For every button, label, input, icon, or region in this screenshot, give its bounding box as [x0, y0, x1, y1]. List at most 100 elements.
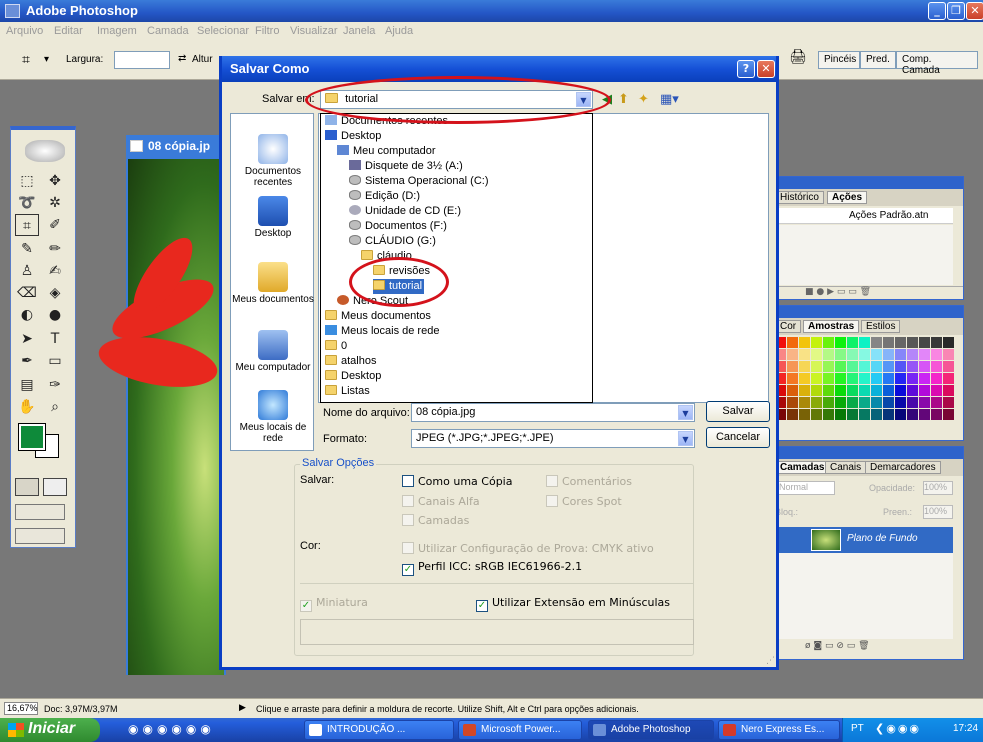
- file-browser-icon[interactable]: 🖨: [789, 49, 807, 69]
- comments-checkbox[interactable]: Comentários: [546, 475, 632, 488]
- lasso-tool-icon[interactable]: ➰: [15, 192, 39, 214]
- fill-input[interactable]: 100%: [923, 505, 953, 519]
- color-swatch[interactable]: [907, 349, 918, 360]
- resize-grip-icon[interactable]: ⋰: [766, 656, 775, 666]
- status-arrow-icon[interactable]: ▶: [239, 702, 246, 713]
- cancel-button[interactable]: Cancelar: [706, 427, 770, 448]
- color-swatch[interactable]: [847, 361, 858, 372]
- save-button[interactable]: Salvar: [706, 401, 770, 422]
- foreground-color-swatch[interactable]: [18, 423, 46, 451]
- color-swatch[interactable]: [859, 409, 870, 420]
- clone-stamp-icon[interactable]: ♙: [15, 260, 39, 282]
- color-swatch[interactable]: [835, 337, 846, 348]
- close-icon[interactable]: ✕: [966, 2, 983, 20]
- task-introducao[interactable]: INTRODUÇÃO ...: [304, 720, 454, 740]
- type-tool-icon[interactable]: T: [43, 328, 67, 350]
- thumbnail-checkbox[interactable]: ✓ Miniatura: [300, 596, 368, 612]
- filename-input[interactable]: 08 cópia.jpg ▼: [411, 403, 695, 422]
- screen-mode-icon[interactable]: [15, 504, 65, 520]
- color-swatch[interactable]: [919, 337, 930, 348]
- color-swatch[interactable]: [847, 397, 858, 408]
- zoom-field[interactable]: 16,67%: [4, 702, 38, 715]
- color-swatch[interactable]: [847, 337, 858, 348]
- healing-brush-icon[interactable]: ✎: [15, 238, 39, 260]
- color-swatch[interactable]: [931, 397, 942, 408]
- color-swatch[interactable]: [931, 361, 942, 372]
- color-swatch[interactable]: [811, 337, 822, 348]
- paint-bucket-icon[interactable]: ◈: [43, 282, 67, 304]
- quick-mask-icon[interactable]: [43, 478, 67, 496]
- blend-mode-select[interactable]: Normal: [775, 481, 835, 495]
- color-swatch[interactable]: [943, 409, 954, 420]
- slice-tool-icon[interactable]: ✐: [43, 214, 67, 236]
- color-swatch[interactable]: [799, 349, 810, 360]
- swatch-grid[interactable]: [775, 337, 954, 427]
- color-swatch[interactable]: [787, 349, 798, 360]
- language-indicator[interactable]: PT: [851, 723, 864, 734]
- dd-item-my-documents[interactable]: Meus documentos: [325, 309, 431, 324]
- color-swatch[interactable]: [871, 361, 882, 372]
- menu-janela[interactable]: Janela: [343, 25, 375, 37]
- view-menu-icon[interactable]: ▦▾: [660, 92, 679, 107]
- color-swatch[interactable]: [895, 409, 906, 420]
- jump-to-imageready-icon[interactable]: [15, 528, 65, 544]
- path-select-icon[interactable]: ➤: [15, 328, 39, 350]
- color-swatch[interactable]: [931, 385, 942, 396]
- color-swatch[interactable]: [871, 385, 882, 396]
- lowercase-extension-checkbox[interactable]: ✓ Utilizar Extensão em Minúsculas: [476, 596, 670, 612]
- brush-tool-icon[interactable]: ✏: [43, 238, 67, 260]
- width-input[interactable]: [114, 51, 170, 69]
- color-swatch[interactable]: [919, 409, 930, 420]
- spot-colors-checkbox[interactable]: Cores Spot: [546, 495, 622, 508]
- color-swatch[interactable]: [919, 373, 930, 384]
- color-swatch[interactable]: [799, 361, 810, 372]
- color-swatch[interactable]: [787, 373, 798, 384]
- task-nero[interactable]: Nero Express Es...: [718, 720, 840, 740]
- menu-filtro[interactable]: Filtro: [255, 25, 279, 37]
- color-swatch[interactable]: [895, 397, 906, 408]
- color-swatch[interactable]: [799, 409, 810, 420]
- color-swatch[interactable]: [859, 361, 870, 372]
- layer-row-background[interactable]: Plano de Fundo: [775, 527, 953, 553]
- layers-toolbar[interactable]: ø ◙ ▭ ⊘ ▭ 🗑: [775, 641, 963, 655]
- color-swatch[interactable]: [907, 397, 918, 408]
- color-swatch[interactable]: [859, 397, 870, 408]
- dialog-close-icon[interactable]: ✕: [757, 60, 775, 78]
- color-swatch[interactable]: [799, 373, 810, 384]
- place-my-computer[interactable]: Meu computador: [231, 330, 315, 373]
- color-swatch[interactable]: [823, 385, 834, 396]
- document-window[interactable]: 08 cópia.jp: [94, 135, 226, 675]
- color-swatch[interactable]: [883, 397, 894, 408]
- place-recent[interactable]: Documentos recentes: [231, 134, 315, 188]
- eyedropper-tool-icon[interactable]: ✑: [43, 374, 67, 396]
- color-swatch[interactable]: [931, 349, 942, 360]
- color-swatch[interactable]: [835, 361, 846, 372]
- color-swatch[interactable]: [943, 373, 954, 384]
- menu-visualizar[interactable]: Visualizar: [290, 25, 338, 37]
- color-swatch[interactable]: [871, 397, 882, 408]
- color-swatch[interactable]: [931, 373, 942, 384]
- notes-tool-icon[interactable]: ▤: [15, 374, 39, 396]
- color-swatch[interactable]: [859, 385, 870, 396]
- dd-item-listas[interactable]: Listas: [325, 384, 370, 399]
- color-swatch[interactable]: [787, 397, 798, 408]
- menu-arquivo[interactable]: Arquivo: [6, 25, 43, 37]
- color-swatch[interactable]: [895, 361, 906, 372]
- start-button[interactable]: Iniciar: [0, 718, 100, 742]
- color-swatch[interactable]: [787, 337, 798, 348]
- swap-dimensions-icon[interactable]: ⇄: [178, 53, 186, 64]
- color-swatch[interactable]: [919, 397, 930, 408]
- tool-preset-arrow-icon[interactable]: ▾: [44, 54, 49, 65]
- place-my-documents[interactable]: Meus documentos: [231, 262, 315, 305]
- color-swatch[interactable]: [787, 361, 798, 372]
- color-swatch[interactable]: [883, 361, 894, 372]
- color-swatch[interactable]: [811, 397, 822, 408]
- opacity-input[interactable]: 100%: [923, 481, 953, 495]
- dd-item-drive-c[interactable]: Sistema Operacional (C:): [349, 174, 489, 189]
- color-swatch[interactable]: [871, 373, 882, 384]
- proof-setup-checkbox[interactable]: Utilizar Configuração de Prova: CMYK ati…: [402, 542, 654, 555]
- tab-channels[interactable]: Canais: [825, 461, 867, 474]
- color-swatch[interactable]: [871, 349, 882, 360]
- minimize-icon[interactable]: _: [928, 2, 946, 20]
- up-folder-icon[interactable]: ⬆: [618, 92, 629, 107]
